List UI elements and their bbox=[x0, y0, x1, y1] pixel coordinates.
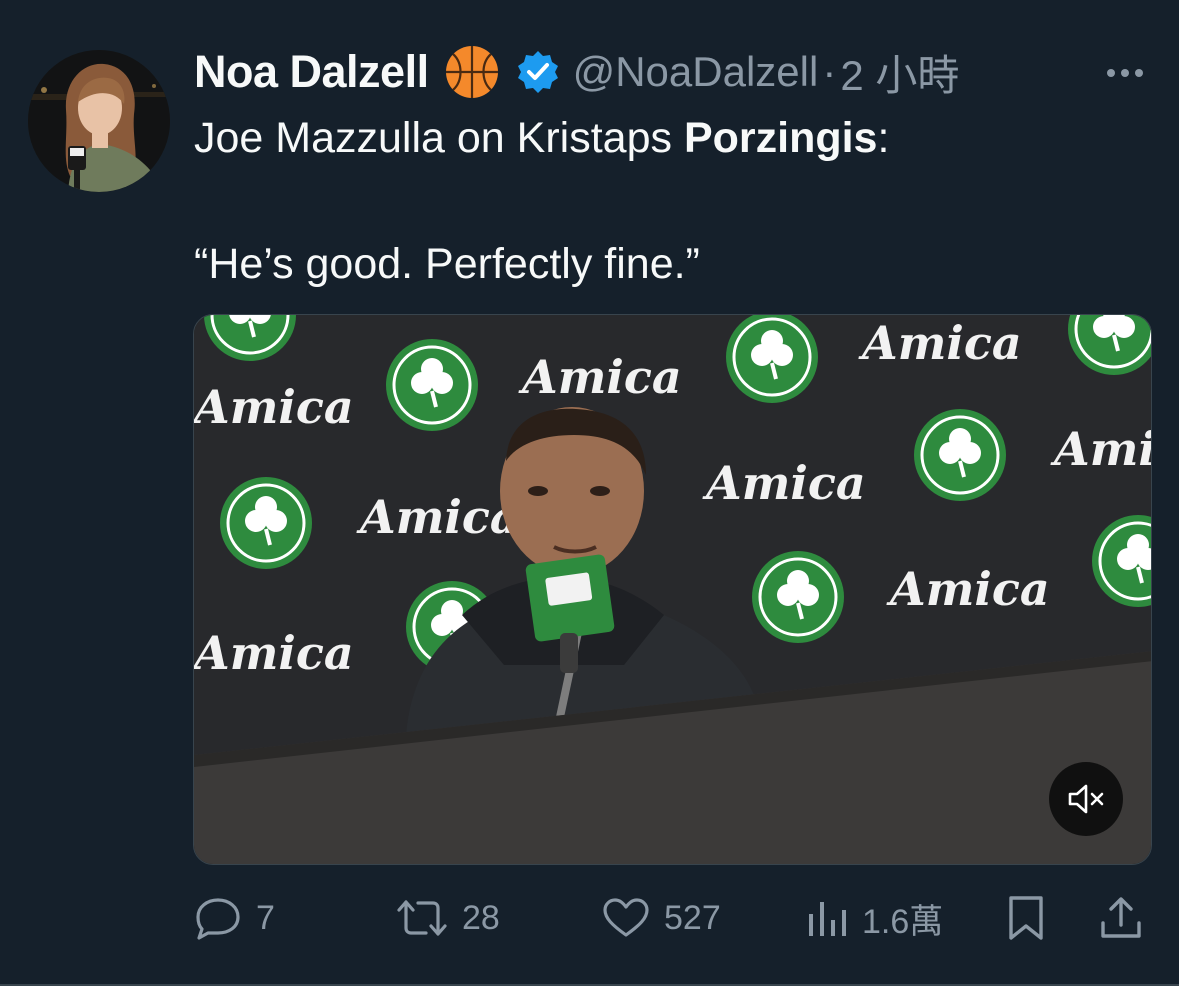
tweet-line-gap bbox=[194, 164, 1154, 238]
reply-count: 7 bbox=[256, 898, 275, 937]
post-time[interactable]: 2 小時 bbox=[840, 42, 959, 103]
repost-count: 28 bbox=[462, 898, 500, 937]
repost-button[interactable]: 28 bbox=[396, 886, 500, 950]
tweet-header: Noa Dalzell @NoaDalzell · 2 小時 bbox=[194, 42, 959, 102]
mute-toggle-button[interactable] bbox=[1049, 762, 1123, 836]
backdrop-brand-6: Amica bbox=[1050, 422, 1152, 476]
action-bar: 7 28 527 1.6萬 bbox=[194, 886, 1154, 950]
video-player[interactable]: Amica Amica Amica Amica Amica Amica Amic… bbox=[193, 314, 1152, 865]
share-icon bbox=[1101, 897, 1141, 938]
author-handle[interactable]: @NoaDalzell bbox=[573, 48, 819, 96]
reply-icon bbox=[196, 898, 240, 940]
tweet-line-1: Joe Mazzulla on Kristaps Porzingis: bbox=[194, 112, 1154, 164]
backdrop-brand-4: Amica bbox=[356, 490, 520, 544]
repost-icon bbox=[397, 900, 447, 936]
bookmark-icon bbox=[1009, 896, 1043, 940]
verified-badge-icon[interactable] bbox=[515, 49, 561, 95]
tweet-line-1-prefix: Joe Mazzulla on Kristaps bbox=[194, 114, 684, 162]
analytics-icon bbox=[809, 902, 846, 936]
tweet-line-1-bold[interactable]: Porzingis bbox=[684, 114, 878, 162]
view-count: 1.6萬 bbox=[862, 902, 944, 941]
views-button[interactable]: 1.6萬 bbox=[806, 886, 943, 950]
backdrop-brand-3: Amica bbox=[858, 316, 1022, 370]
speaker-muted-icon bbox=[1068, 784, 1104, 814]
more-options-icon[interactable] bbox=[1100, 58, 1150, 88]
reply-button[interactable]: 7 bbox=[194, 886, 275, 950]
video-frame: Amica Amica Amica Amica Amica Amica Amic… bbox=[194, 315, 1152, 864]
backdrop-brand-8: Amica bbox=[886, 562, 1050, 616]
avatar[interactable] bbox=[28, 50, 170, 192]
like-button[interactable]: 527 bbox=[602, 886, 721, 950]
backdrop-brand-7: Amica bbox=[194, 626, 354, 680]
backdrop-brand-2: Amica bbox=[518, 350, 682, 404]
basketball-icon bbox=[443, 43, 501, 101]
like-count: 527 bbox=[664, 898, 721, 937]
meta-separator: · bbox=[822, 48, 837, 95]
author-name[interactable]: Noa Dalzell bbox=[194, 46, 429, 98]
share-button[interactable] bbox=[1098, 886, 1144, 950]
backdrop-brand-1: Amica bbox=[194, 380, 354, 434]
backdrop-brand-5: Amica bbox=[702, 456, 866, 510]
tweet-line-1-suffix: : bbox=[877, 114, 890, 162]
tweet-text: Joe Mazzulla on Kristaps Porzingis: “He’… bbox=[194, 112, 1154, 290]
tweet-card[interactable]: Noa Dalzell @NoaDalzell · 2 小時 Joe Mazzu… bbox=[0, 0, 1179, 986]
bookmark-button[interactable] bbox=[1006, 886, 1046, 950]
heart-icon bbox=[603, 898, 649, 937]
tweet-quote: “He’s good. Perfectly fine.” bbox=[194, 240, 700, 288]
